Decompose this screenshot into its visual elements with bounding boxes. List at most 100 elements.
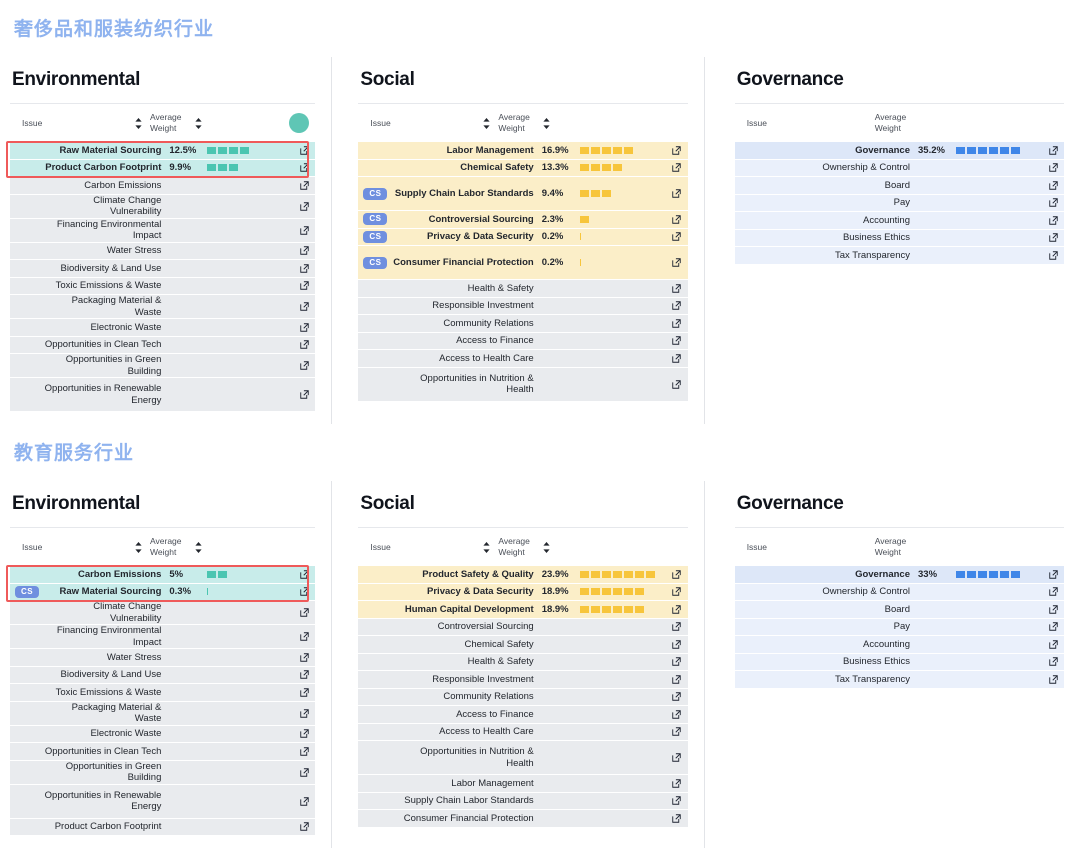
table-row[interactable]: Opportunities in Nutrition & Health (358, 741, 688, 775)
table-row[interactable]: Opportunities in Green Building (10, 760, 316, 785)
table-row[interactable]: Accounting (734, 212, 1064, 230)
external-link-icon[interactable] (666, 753, 688, 762)
table-row[interactable]: Raw Material Sourcing 12.5% (10, 142, 316, 160)
table-row[interactable]: Toxic Emissions & Waste (10, 277, 316, 295)
external-link-icon[interactable] (293, 390, 315, 399)
external-link-icon[interactable] (666, 570, 688, 579)
external-link-icon[interactable] (293, 608, 315, 617)
external-link-icon[interactable] (666, 692, 688, 701)
table-row[interactable]: Access to Health Care (358, 350, 688, 368)
table-row[interactable]: Ownership & Control (734, 583, 1064, 601)
sort-issue-icon[interactable] (478, 541, 494, 553)
external-link-icon[interactable] (666, 779, 688, 788)
external-link-icon[interactable] (293, 747, 315, 756)
external-link-icon[interactable] (293, 264, 315, 273)
external-link-icon[interactable] (666, 622, 688, 631)
external-link-icon[interactable] (666, 215, 688, 224)
table-row[interactable]: Supply Chain Labor Standards (358, 792, 688, 810)
sort-weight-icon[interactable] (190, 541, 206, 553)
table-row[interactable]: Electronic Waste (10, 725, 316, 743)
table-row[interactable]: Governance 35.2% (734, 142, 1064, 160)
table-row[interactable]: Privacy & Data Security 18.9% (358, 583, 688, 601)
sort-issue-icon[interactable] (478, 117, 494, 129)
sort-weight-icon[interactable] (538, 117, 554, 129)
sort-issue-icon[interactable] (130, 541, 146, 553)
external-link-icon[interactable] (666, 163, 688, 172)
external-link-icon[interactable] (293, 225, 315, 235)
external-link-icon[interactable] (666, 301, 688, 310)
external-link-icon[interactable] (293, 570, 315, 579)
external-link-icon[interactable] (666, 675, 688, 684)
table-row[interactable]: Product Safety & Quality 23.9% (358, 566, 688, 584)
table-row[interactable]: Water Stress (10, 242, 316, 260)
table-row[interactable]: Health & Safety (358, 280, 688, 298)
table-row[interactable]: Opportunities in Clean Tech (10, 336, 316, 354)
sort-issue-icon[interactable] (130, 117, 146, 129)
external-link-icon[interactable] (1042, 233, 1064, 242)
table-row[interactable]: Opportunities in Renewable Energy (10, 378, 316, 412)
table-row[interactable]: Climate Change Vulnerability (10, 194, 316, 219)
external-link-icon[interactable] (293, 653, 315, 662)
external-link-icon[interactable] (293, 281, 315, 290)
table-row[interactable]: Carbon Emissions 5% (10, 566, 316, 584)
external-link-icon[interactable] (666, 232, 688, 241)
external-link-icon[interactable] (293, 708, 315, 718)
external-link-icon[interactable] (1042, 251, 1064, 260)
table-row[interactable]: Labor Management (358, 775, 688, 793)
external-link-icon[interactable] (1042, 657, 1064, 666)
table-row[interactable]: Responsible Investment (358, 297, 688, 315)
table-row[interactable]: CS Consumer Financial Protection 0.2% (358, 246, 688, 280)
external-link-icon[interactable] (1042, 605, 1064, 614)
external-link-icon[interactable] (666, 319, 688, 328)
external-link-icon[interactable] (293, 670, 315, 679)
table-row[interactable]: Financing Environmental Impact (10, 218, 316, 243)
external-link-icon[interactable] (293, 201, 315, 211)
external-link-icon[interactable] (1042, 570, 1064, 579)
table-row[interactable]: Tax Transparency (734, 247, 1064, 265)
external-link-icon[interactable] (293, 822, 315, 831)
external-link-icon[interactable] (666, 336, 688, 345)
external-link-icon[interactable] (293, 340, 315, 349)
external-link-icon[interactable] (293, 688, 315, 697)
table-row[interactable]: CS Raw Material Sourcing 0.3% (10, 583, 316, 601)
table-row[interactable]: Product Carbon Footprint (10, 818, 316, 836)
table-row[interactable]: Biodiversity & Land Use (10, 666, 316, 684)
table-row[interactable]: Access to Finance (358, 706, 688, 724)
external-link-icon[interactable] (1042, 675, 1064, 684)
table-row[interactable]: Ownership & Control (734, 159, 1064, 177)
external-link-icon[interactable] (1042, 216, 1064, 225)
external-link-icon[interactable] (293, 246, 315, 255)
table-row[interactable]: Business Ethics (734, 653, 1064, 671)
table-row[interactable]: Pay (734, 194, 1064, 212)
external-link-icon[interactable] (293, 361, 315, 370)
external-link-icon[interactable] (666, 727, 688, 736)
table-row[interactable]: Electronic Waste (10, 319, 316, 337)
table-row[interactable]: CS Privacy & Data Security 0.2% (358, 228, 688, 246)
external-link-icon[interactable] (666, 657, 688, 666)
external-link-icon[interactable] (293, 163, 315, 172)
external-link-icon[interactable] (666, 814, 688, 823)
table-row[interactable]: Business Ethics (734, 229, 1064, 247)
table-row[interactable]: Financing Environmental Impact (10, 625, 316, 649)
external-link-icon[interactable] (293, 587, 315, 596)
table-row[interactable]: Human Capital Development 18.9% (358, 601, 688, 619)
external-link-icon[interactable] (666, 354, 688, 363)
table-row[interactable]: Toxic Emissions & Waste (10, 684, 316, 702)
table-row[interactable]: Opportunities in Renewable Energy (10, 784, 316, 819)
table-row[interactable]: Community Relations (358, 688, 688, 706)
external-link-icon[interactable] (293, 767, 315, 777)
table-row[interactable]: Chemical Safety 13.3% (358, 159, 688, 177)
sort-weight-icon[interactable] (190, 117, 206, 129)
table-row[interactable]: Board (734, 177, 1064, 195)
external-link-icon[interactable] (293, 146, 315, 155)
external-link-icon[interactable] (666, 710, 688, 719)
table-row[interactable]: Accounting (734, 636, 1064, 654)
external-link-icon[interactable] (1042, 640, 1064, 649)
external-link-icon[interactable] (1042, 163, 1064, 172)
external-link-icon[interactable] (293, 796, 315, 806)
external-link-icon[interactable] (666, 640, 688, 649)
table-row[interactable]: Controversial Sourcing (358, 618, 688, 636)
table-row[interactable]: Access to Health Care (358, 723, 688, 741)
table-row[interactable]: Packaging Material & Waste (10, 295, 316, 319)
external-link-icon[interactable] (666, 258, 688, 267)
